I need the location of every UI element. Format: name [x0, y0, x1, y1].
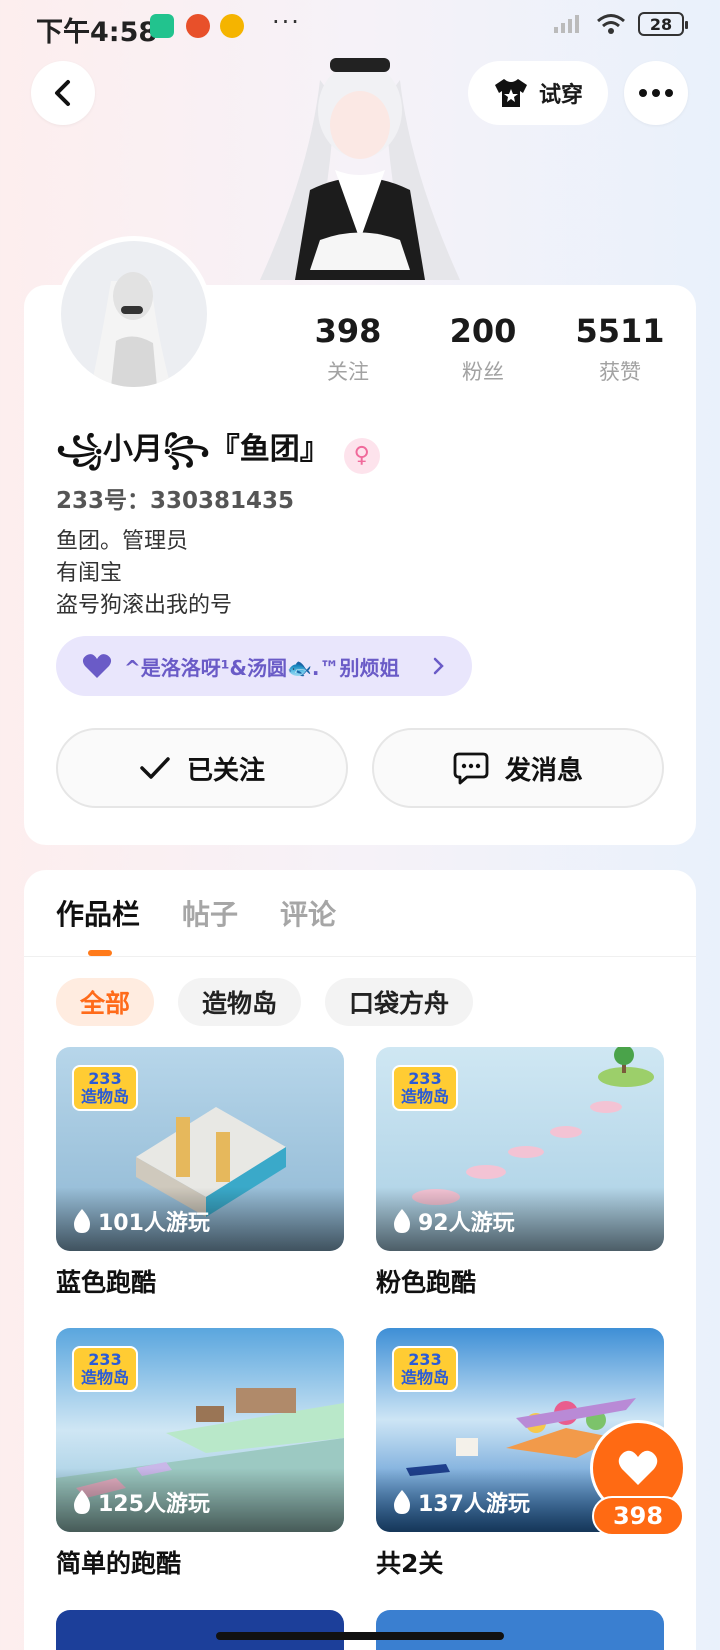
flame-icon [394, 1209, 410, 1233]
content-tabs: 作品栏 帖子 评论 [56, 893, 336, 933]
home-indicator[interactable] [216, 1632, 504, 1640]
stat-label: 粉丝 [462, 360, 504, 384]
play-count: 137人游玩 [392, 1486, 530, 1518]
flame-icon [394, 1490, 410, 1514]
stat-following[interactable]: 398 关注 [278, 312, 418, 386]
like-count: 398 [592, 1496, 684, 1536]
stat-value: 398 [314, 312, 382, 350]
bio-line: 鱼团。管理员 [56, 529, 189, 554]
game-title: 简单的跑酷 [56, 1549, 182, 1578]
game-title: 粉色跑酷 [376, 1268, 477, 1297]
logo-text: 233 [408, 1069, 442, 1088]
play-count-label: 92人游玩 [418, 1211, 515, 1236]
creation-island-logo: 233 造物岛 [392, 1346, 458, 1392]
game-card-partial[interactable] [56, 1610, 344, 1650]
female-gender-icon: ♀ [343, 437, 380, 474]
nickname: ꧁小月꧂『鱼团』 [56, 432, 330, 467]
avatar[interactable] [56, 236, 212, 392]
heart-icon [618, 1450, 658, 1485]
tryon-label: 试穿 [538, 83, 583, 108]
stat-value: 5511 [575, 312, 665, 350]
play-count-label: 101人游玩 [98, 1211, 210, 1236]
creation-island-logo: 233 造物岛 [392, 1065, 458, 1111]
basketball-app-icon [186, 14, 210, 38]
nickname-row: ꧁小月꧂『鱼团』 ♀ [56, 424, 380, 487]
tab-works[interactable]: 作品栏 [56, 893, 140, 933]
game-thumbnail: 233 造物岛 101人游玩 [56, 1047, 344, 1251]
chevron-right-icon [433, 657, 444, 675]
game-card[interactable]: 233 造物岛 92人游玩 粉色跑酷 [376, 1047, 664, 1299]
play-count-label: 137人游玩 [418, 1492, 530, 1517]
game-card[interactable]: 233 造物岛 101人游玩 蓝色跑酷 [56, 1047, 344, 1299]
user-id: 233号：330381435 [56, 488, 295, 514]
filter-chips: 全部 造物岛 口袋方舟 [56, 978, 474, 1026]
more-button[interactable] [624, 61, 688, 125]
play-count: 101人游玩 [72, 1205, 210, 1237]
game-title: 蓝色跑酷 [56, 1268, 157, 1297]
creation-island-logo: 233 造物岛 [72, 1346, 138, 1392]
status-time: 下午4:58 [36, 17, 158, 48]
creation-island-logo: 233 造物岛 [72, 1065, 138, 1111]
tab-comments[interactable]: 评论 [280, 893, 336, 933]
tab-posts[interactable]: 帖子 [182, 893, 238, 933]
weibo-app-icon [220, 14, 244, 38]
checkmark-icon [140, 757, 170, 779]
followed-label: 已关注 [186, 755, 265, 786]
signal-icon [554, 15, 579, 33]
logo-text: 造物岛 [80, 1368, 129, 1387]
stat-label: 关注 [327, 360, 369, 384]
flame-icon [74, 1490, 90, 1514]
play-count: 125人游玩 [72, 1486, 210, 1518]
play-count: 92人游玩 [392, 1205, 515, 1237]
logo-text: 造物岛 [80, 1087, 129, 1106]
guard-tag[interactable]: ^是洛洛呀¹&汤圆🐟.™别烦姐 [56, 636, 472, 696]
avatar-image [91, 272, 171, 387]
back-button[interactable] [31, 61, 95, 125]
logo-text: 造物岛 [400, 1087, 449, 1106]
logo-text: 造物岛 [400, 1368, 449, 1387]
logo-text: 233 [88, 1350, 122, 1369]
followed-button[interactable]: 已关注 [56, 728, 348, 808]
more-dots-icon [639, 89, 673, 97]
shield-app-icon [150, 14, 174, 38]
play-count-label: 125人游玩 [98, 1492, 210, 1517]
tryon-button[interactable]: 试穿 [468, 61, 608, 125]
bio: 鱼团。管理员 有闺宝 盗号狗滚出我的号 [56, 526, 232, 622]
chip-all[interactable]: 全部 [56, 978, 155, 1026]
logo-text: 233 [88, 1069, 122, 1088]
guard-tag-label: ^是洛洛呀¹&汤圆🐟.™别烦姐 [124, 655, 400, 680]
status-more-dots: ··· [272, 8, 301, 36]
bio-line: 盗号狗滚出我的号 [56, 593, 233, 618]
heart-icon [82, 654, 112, 678]
chip-creation-island[interactable]: 造物岛 [178, 978, 302, 1026]
stat-followers[interactable]: 200 粉丝 [413, 312, 553, 386]
bio-line: 有闺宝 [56, 561, 123, 586]
stat-label: 获赞 [599, 360, 641, 384]
game-card[interactable]: 233 造物岛 125人游玩 简单的跑酷 [56, 1328, 344, 1580]
wifi-icon [597, 14, 625, 34]
divider [24, 956, 696, 957]
message-label: 发消息 [504, 755, 583, 786]
battery-indicator: 28 [638, 12, 688, 36]
game-thumbnail: 233 造物岛 92人游玩 [376, 1047, 664, 1251]
flame-icon [74, 1209, 90, 1233]
chevron-left-icon [55, 80, 70, 106]
game-card-partial[interactable] [376, 1610, 664, 1650]
message-button[interactable]: 发消息 [372, 728, 664, 808]
stat-likes[interactable]: 5511 获赞 [550, 312, 690, 386]
game-title: 共2关 [376, 1549, 444, 1578]
logo-text: 233 [408, 1350, 442, 1369]
stat-value: 200 [449, 312, 517, 350]
shirt-icon [494, 79, 527, 107]
avatar-figure [260, 58, 460, 280]
game-thumbnail: 233 造物岛 125人游玩 [56, 1328, 344, 1532]
chip-pocket-ark[interactable]: 口袋方舟 [325, 978, 474, 1026]
chat-bubble-icon [453, 752, 489, 785]
